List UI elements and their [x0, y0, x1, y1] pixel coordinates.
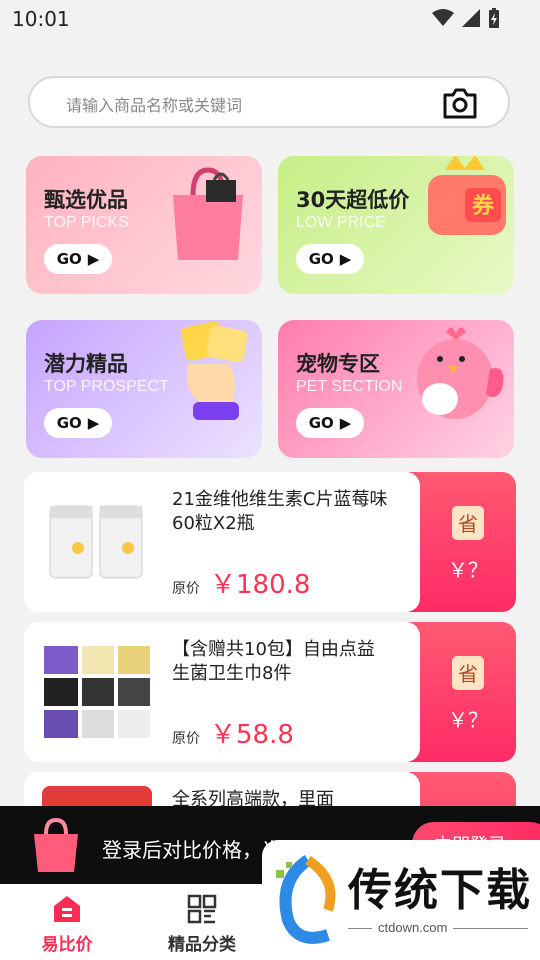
play-icon: ▶	[87, 250, 100, 268]
save-price: ￥？	[448, 708, 488, 732]
search-bar[interactable]: 请输入商品名称或关键词	[28, 76, 510, 128]
coupon-art: 券	[428, 156, 506, 235]
save-tag-icon: 省	[452, 656, 484, 690]
category-title: 宠物专区	[296, 352, 380, 376]
product-card[interactable]: 21金维他维生素C片蓝莓味60粒X2瓶 原价 ￥180.8	[24, 472, 420, 612]
svg-text:券: 券	[471, 193, 495, 219]
tab-label: 易比价	[41, 935, 93, 955]
camera-icon[interactable]	[442, 86, 478, 120]
go-button[interactable]: GO ▶	[296, 408, 364, 438]
status-time: 10:01	[12, 7, 70, 31]
hand-stars-art	[181, 321, 248, 420]
pink-bird-art	[417, 327, 504, 419]
signal-icon	[462, 9, 480, 27]
save-tag-icon: 省	[452, 506, 484, 540]
price-label: 原价	[172, 581, 200, 597]
price-value: ￥180.8	[210, 570, 311, 600]
category-card-top-picks[interactable]: 甄选优品 TOP PICKS GO ▶	[26, 156, 262, 294]
product-name: 【含赠共10包】自由点益生菌卫生巾8件	[172, 639, 375, 684]
category-card-top-prospect[interactable]: 潜力精品 TOP PROSPECT GO ▶	[26, 320, 262, 458]
product-image	[44, 646, 150, 738]
search-input[interactable]: 请输入商品名称或关键词	[66, 92, 242, 116]
go-label: GO	[308, 250, 334, 268]
category-card-low-price[interactable]: 30天超低价 LOW PRICE GO ▶ 券	[278, 156, 514, 294]
category-title: 甄选优品	[44, 188, 128, 212]
go-button[interactable]: GO ▶	[44, 408, 112, 438]
save-tag-text: 省	[458, 662, 478, 686]
go-label: GO	[56, 250, 82, 268]
go-button[interactable]: GO ▶	[296, 244, 364, 274]
save-tag-text: 省	[458, 512, 478, 536]
home-price-icon	[54, 896, 80, 922]
watermark-url: ctdown.com	[372, 920, 454, 935]
play-icon: ▶	[87, 414, 100, 432]
category-card-pet-section[interactable]: 宠物专区 PET SECTION GO ▶	[278, 320, 514, 458]
category-title: 30天超低价	[296, 188, 410, 212]
go-button[interactable]: GO ▶	[44, 244, 112, 274]
grid-category-icon	[187, 894, 217, 924]
category-subtitle: LOW PRICE	[296, 214, 386, 231]
shopping-bag-icon	[34, 817, 78, 872]
shopping-bag-art	[173, 167, 243, 260]
category-subtitle: PET SECTION	[296, 378, 403, 395]
category-subtitle: TOP PICKS	[44, 214, 129, 231]
product-item[interactable]: 21金维他维生素C片蓝莓味60粒X2瓶 原价 ￥180.8 省 ￥？	[24, 472, 516, 612]
battery-icon	[489, 8, 499, 28]
tab-categories[interactable]: 精品分类	[147, 894, 257, 955]
watermark: 传统下载 ctdown.com	[262, 840, 540, 960]
product-item[interactable]: 【含赠共10包】自由点益生菌卫生巾8件 原价 ￥58.8 省 ￥？	[24, 622, 516, 762]
price-row: 原价 ￥180.8	[172, 564, 310, 601]
product-card[interactable]: 【含赠共10包】自由点益生菌卫生巾8件 原价 ￥58.8	[24, 622, 420, 762]
status-bar: 10:01	[0, 0, 540, 36]
go-label: GO	[56, 414, 82, 432]
category-subtitle: TOP PROSPECT	[44, 378, 169, 395]
play-icon: ▶	[339, 414, 352, 432]
watermark-title: 传统下载	[348, 865, 532, 916]
save-price: ￥？	[448, 558, 488, 582]
status-icons	[432, 8, 500, 28]
wifi-icon	[432, 9, 454, 26]
tab-price-compare[interactable]: 易比价	[12, 894, 122, 955]
tab-label: 精品分类	[168, 935, 236, 955]
category-title: 潜力精品	[44, 352, 128, 376]
price-label: 原价	[172, 731, 200, 747]
product-image	[49, 505, 143, 579]
price-row: 原价 ￥58.8	[172, 714, 294, 751]
price-value: ￥58.8	[210, 720, 294, 750]
watermark-logo	[276, 855, 336, 944]
go-label: GO	[308, 414, 334, 432]
product-name: 21金维他维生素C片蓝莓味60粒X2瓶	[172, 489, 388, 534]
play-icon: ▶	[339, 250, 352, 268]
